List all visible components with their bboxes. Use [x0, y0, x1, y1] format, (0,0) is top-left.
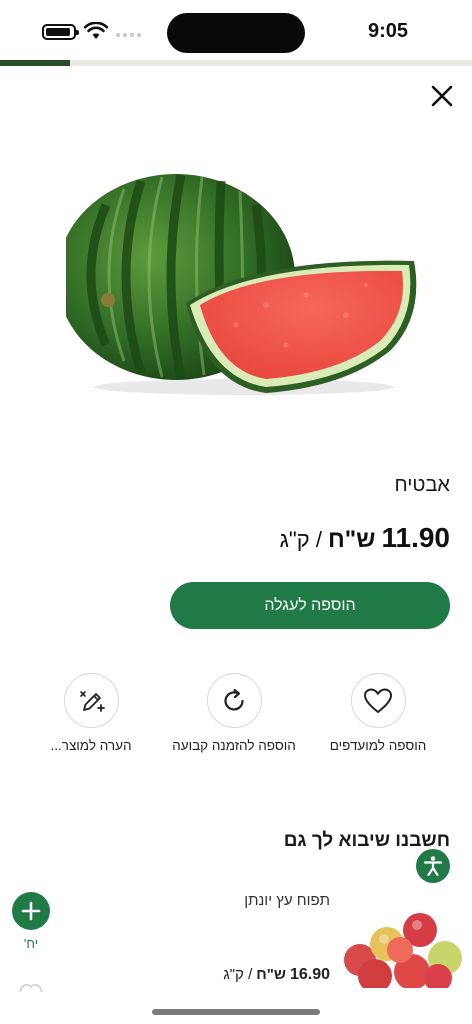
wifi-icon: [84, 22, 108, 39]
product-note-button[interactable]: [63, 673, 119, 728]
accessibility-icon: [423, 856, 443, 877]
product-image: [66, 174, 417, 395]
heart-icon: [363, 687, 393, 713]
heart-icon[interactable]: [18, 980, 44, 994]
add-to-recurring-order-action[interactable]: הוספה להזמנה קבועה: [154, 673, 314, 753]
status-bar: 9:05: [0, 0, 472, 60]
recommended-product-image: [344, 913, 462, 988]
battery-icon: [42, 24, 79, 40]
close-button[interactable]: [426, 80, 458, 112]
add-to-cart-button[interactable]: הוספה לעגלה: [170, 582, 450, 629]
unit-selector[interactable]: יח': [20, 936, 42, 951]
product-name: אבטיח: [394, 474, 450, 496]
product-note-action[interactable]: הערה למוצר...: [11, 673, 171, 753]
add-to-favorites-action[interactable]: הוספה למועדפים: [298, 673, 458, 753]
refresh-icon: [224, 688, 244, 710]
price-currency: ש"ח: [327, 526, 376, 553]
home-indicator: [152, 1009, 320, 1015]
recommended-product-name[interactable]: תפוח עץ יונתן: [244, 892, 330, 909]
close-icon: [431, 85, 453, 107]
price-value: 11.90: [381, 522, 450, 553]
price-unit: / ק"ג: [279, 527, 322, 552]
add-recommended-button[interactable]: [12, 892, 50, 930]
dynamic-island: [167, 13, 305, 53]
recommendations-title: חשבנו שיבוא לך גם: [283, 830, 450, 851]
background-strip: [0, 60, 472, 66]
signal-icon: [116, 33, 141, 37]
background-strip-accent: [0, 60, 70, 66]
edit-note-icon: [80, 690, 105, 712]
rec-price-unit: / ק"ג: [223, 966, 253, 983]
product-note-label: הערה למוצר...: [50, 738, 132, 753]
plus-icon: [21, 901, 41, 921]
favorites-button[interactable]: [350, 673, 406, 728]
recurring-order-label: הוספה להזמנה קבועה: [172, 738, 296, 753]
accessibility-button[interactable]: [416, 849, 450, 883]
recurring-order-button[interactable]: [206, 673, 262, 728]
status-time: 9:05: [367, 20, 409, 42]
product-price: 11.90 ש"ח / ק"ג: [280, 522, 450, 554]
favorites-label: הוספה למועדפים: [329, 738, 427, 753]
recommended-product-price: 16.90 ש"ח / ק"ג: [223, 966, 330, 984]
rec-price-value: 16.90: [289, 966, 330, 983]
rec-price-currency: ש"ח: [256, 966, 286, 983]
